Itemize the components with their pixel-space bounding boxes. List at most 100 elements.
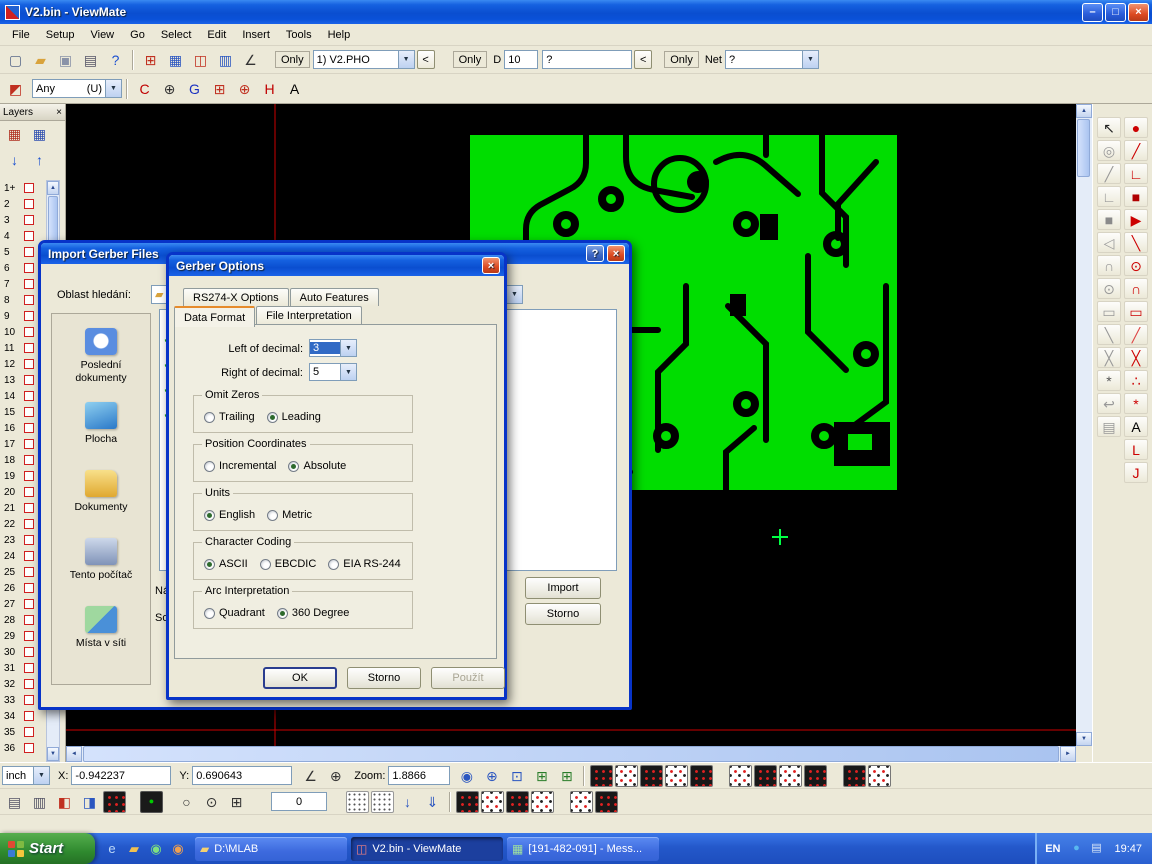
unit-combo[interactable]: inch ▼	[2, 766, 50, 785]
menu-setup[interactable]: Setup	[38, 26, 83, 44]
ok-button[interactable]: OK	[263, 667, 337, 689]
messenger-quicklaunch-icon[interactable]: ◉	[146, 839, 166, 859]
canvas-horizontal-scrollbar[interactable]: ◄ ►	[66, 746, 1076, 762]
x-coordinate-field[interactable]: -0.942237	[71, 766, 171, 785]
draw-dashed-rect-tool-icon[interactable]: ▭	[1124, 301, 1148, 322]
dcode-view-10-icon[interactable]	[843, 765, 866, 787]
chevron-down-icon[interactable]: ▼	[398, 51, 414, 68]
radio-metric[interactable]: Metric	[267, 509, 312, 521]
close-button[interactable]: ×	[1128, 3, 1149, 22]
scroll-right-icon[interactable]: ►	[1060, 746, 1076, 762]
layer-combo[interactable]: 1) V2.PHO ▼	[313, 50, 415, 69]
scrollbar-thumb[interactable]	[1077, 119, 1090, 177]
import-button[interactable]: Import	[525, 577, 601, 599]
fill-pattern-5-icon[interactable]	[570, 791, 593, 813]
chevron-down-icon[interactable]: ▼	[340, 364, 356, 380]
layer-color-swatch[interactable]	[24, 663, 34, 673]
draw-slant-tool-icon[interactable]: ╲	[1124, 232, 1148, 253]
layer-report-icon[interactable]: ▥	[214, 49, 237, 71]
dcode-value-field[interactable]: 10	[504, 50, 538, 69]
dcode-view-7-icon[interactable]	[754, 765, 777, 787]
gerber-dialog-titlebar[interactable]: Gerber Options ×	[169, 255, 504, 276]
task-mlab[interactable]: ▰D:\MLAB	[195, 837, 347, 861]
menu-select[interactable]: Select	[153, 26, 200, 44]
desktop-place[interactable]: Plocha	[55, 390, 147, 458]
layer-color-swatch[interactable]	[24, 423, 34, 433]
cancel-button[interactable]: Storno	[347, 667, 421, 689]
layer-color-swatch[interactable]	[24, 231, 34, 241]
layer-color-swatch[interactable]	[24, 487, 34, 497]
radio-english[interactable]: English	[204, 509, 255, 521]
network-place[interactable]: Místa v síti	[55, 594, 147, 662]
chevron-down-icon[interactable]: ▼	[105, 80, 121, 97]
origin-icon[interactable]: ⊕	[324, 765, 347, 787]
layer-color-swatch[interactable]	[24, 551, 34, 561]
dcode-view-9-icon[interactable]	[804, 765, 827, 787]
scrollbar-thumb[interactable]	[83, 746, 1059, 762]
layer-color-swatch[interactable]	[24, 743, 34, 753]
j-shape-tool-icon[interactable]: J	[1124, 462, 1148, 483]
layer-color-swatch[interactable]	[24, 439, 34, 449]
minimize-button[interactable]: –	[1082, 3, 1103, 22]
tab-rs274-x-options[interactable]: RS274-X Options	[183, 288, 289, 306]
fill-pattern-1-icon[interactable]	[456, 791, 479, 813]
open-folder-icon[interactable]: ▰	[29, 49, 52, 71]
dcode-view-2-icon[interactable]	[615, 765, 638, 787]
start-button[interactable]: Start	[0, 833, 95, 864]
radio-absolute[interactable]: Absolute	[288, 460, 346, 472]
previous-layer-button[interactable]: <	[417, 50, 435, 69]
layer-color-swatch[interactable]	[24, 247, 34, 257]
center-target-icon[interactable]: ⊕	[158, 78, 181, 100]
undo-tool-gray-icon[interactable]: ↩	[1097, 393, 1121, 414]
clock[interactable]: 19:47	[1114, 843, 1142, 855]
slant-tool-gray-icon[interactable]: ╲	[1097, 324, 1121, 345]
aperture-report-icon[interactable]: ◫	[189, 49, 212, 71]
right-decimal-combo[interactable]: 5 ▼	[309, 363, 357, 381]
radio-ebcdic[interactable]: EBCDIC	[260, 558, 317, 570]
layer-color-swatch[interactable]	[24, 519, 34, 529]
radio-ascii[interactable]: ASCII	[204, 558, 248, 570]
layer-row-3[interactable]: 3	[0, 212, 46, 228]
menu-view[interactable]: View	[82, 26, 122, 44]
layer-color-swatch[interactable]	[24, 359, 34, 369]
dcode-table-icon[interactable]: ⊞	[139, 49, 162, 71]
draw-trace-tool-icon[interactable]: ╱	[1124, 324, 1148, 345]
donut-aperture-icon[interactable]: ⊙	[200, 791, 223, 813]
gear-tool-icon[interactable]: *	[1097, 370, 1121, 391]
dcode-view-5-icon[interactable]	[690, 765, 713, 787]
fill-pattern-3-icon[interactable]	[506, 791, 529, 813]
grid-toggle-icon[interactable]: ⊞	[530, 765, 553, 787]
zoom-in-icon[interactable]: ⊕	[480, 765, 503, 787]
layer-color-swatch[interactable]	[24, 375, 34, 385]
dcode-view-3-icon[interactable]	[640, 765, 663, 787]
close-gerber-dialog-button[interactable]: ×	[482, 257, 500, 274]
radio-360-degree[interactable]: 360 Degree	[277, 607, 350, 619]
mirror-icon[interactable]: ◨	[78, 791, 101, 813]
drop-marker-icon[interactable]: ↓	[396, 791, 419, 813]
layer-color-swatch[interactable]	[24, 695, 34, 705]
layer-row-35[interactable]: 35	[0, 724, 46, 740]
apply-button[interactable]: Použít	[431, 667, 505, 689]
draw-polyline-tool-icon[interactable]: ∟	[1124, 163, 1148, 184]
measure-distance-icon[interactable]: ∠	[299, 765, 322, 787]
storno-button[interactable]: Storno	[525, 603, 601, 625]
layer-color-swatch[interactable]	[24, 535, 34, 545]
layer-color-swatch[interactable]	[24, 183, 34, 193]
selection-count-field[interactable]: 0	[271, 792, 327, 811]
layer-color-swatch[interactable]	[24, 599, 34, 609]
pointer-tool-icon[interactable]: ↖	[1097, 117, 1121, 138]
layer-stack-icon[interactable]: ▥	[28, 791, 51, 813]
negative-view-icon[interactable]	[103, 791, 126, 813]
move-layer-up-button[interactable]: ↑	[28, 149, 51, 171]
dot-grid-1-icon[interactable]	[346, 791, 369, 813]
pad-tool-gray-icon[interactable]: ◎	[1097, 140, 1121, 161]
tab-data-format[interactable]: Data Format	[174, 306, 255, 327]
swap-layers-icon[interactable]: ◧	[53, 791, 76, 813]
layer-color-swatch[interactable]	[24, 647, 34, 657]
task-viewmate[interactable]: ◫V2.bin - ViewMate	[351, 837, 503, 861]
language-indicator[interactable]: EN	[1045, 843, 1060, 855]
radio-incremental[interactable]: Incremental	[204, 460, 276, 472]
menu-edit[interactable]: Edit	[199, 26, 234, 44]
l-shape-tool-icon[interactable]: L	[1124, 439, 1148, 460]
layer-color-swatch[interactable]	[24, 407, 34, 417]
